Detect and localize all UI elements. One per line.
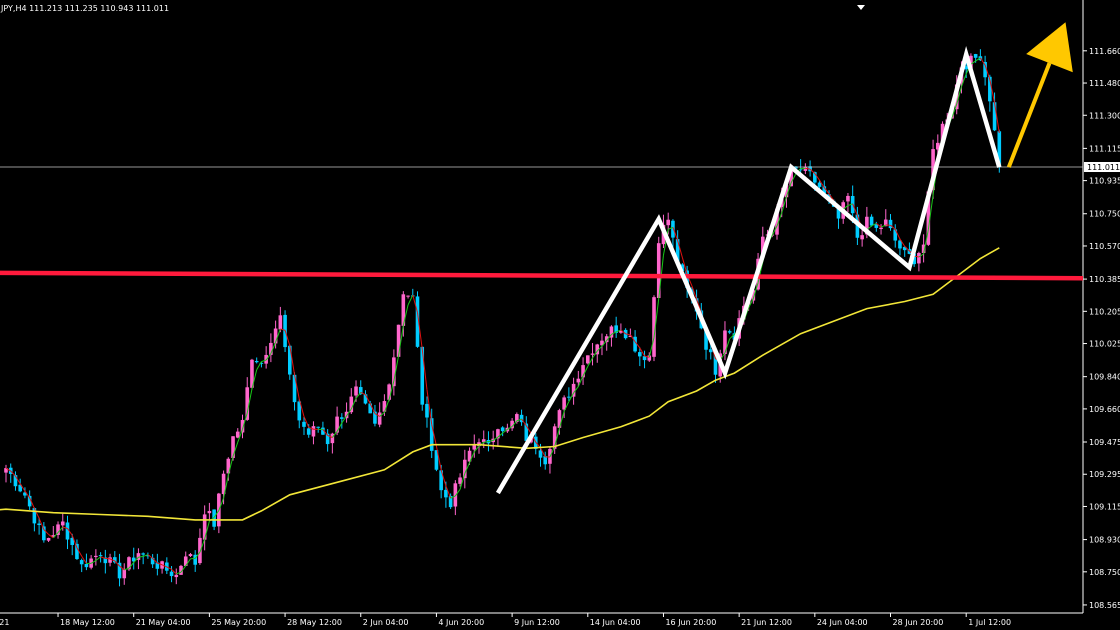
price-tick-label: 109.475 [1089, 438, 1120, 447]
candle-body [817, 182, 822, 187]
candle-body [278, 315, 283, 330]
candle-body [567, 396, 571, 398]
time-tick-label: 28 Jun 20:00 [893, 618, 944, 627]
price-tick-label: 111.115 [1089, 144, 1120, 153]
candle-body [306, 428, 311, 435]
candle-body [992, 102, 997, 131]
candle-body [311, 426, 316, 437]
candle-body [169, 571, 174, 577]
candle-body [463, 459, 467, 479]
price-tick-label: 110.205 [1089, 307, 1120, 316]
price-tick-label: 109.295 [1089, 470, 1120, 479]
candle-body [188, 554, 193, 557]
candle-body [207, 510, 212, 514]
candle-body [245, 387, 250, 420]
price-tick-label: 109.115 [1089, 502, 1120, 511]
price-tick-label: 109.840 [1089, 373, 1120, 382]
candle-body [79, 560, 84, 565]
time-tick-label: 16 Jun 20:00 [665, 618, 716, 627]
candle-body [576, 378, 581, 383]
candle-body [354, 386, 358, 396]
candle-body [585, 355, 590, 364]
candle-body [254, 361, 259, 363]
candle-body [46, 538, 51, 541]
fast-ma-segment [483, 441, 489, 443]
candle-body [368, 403, 373, 414]
candle-body [666, 219, 670, 226]
candle-body [917, 252, 921, 264]
candle-body [879, 227, 883, 230]
candle-body [472, 445, 477, 450]
price-tick-label: 111.300 [1089, 111, 1120, 120]
candle-body [377, 412, 382, 425]
candle-body [406, 295, 410, 297]
time-tick-label: 21 Jun 12:00 [741, 618, 792, 627]
candle [396, 324, 401, 358]
price-tick-label: 108.930 [1089, 536, 1120, 545]
price-tick-label: 109.660 [1089, 405, 1120, 414]
price-tick-label: 110.385 [1089, 275, 1120, 284]
candle-body [396, 324, 401, 357]
time-tick-label: 21 May 04:00 [136, 618, 191, 627]
time-tick-label: 25 May 20:00 [211, 618, 266, 627]
price-tick-label: 110.750 [1089, 210, 1120, 219]
chart-background [0, 0, 1120, 630]
candle-body [122, 568, 127, 579]
price-tick-label: 111.660 [1089, 47, 1120, 56]
price-tick-label: 110.025 [1089, 340, 1120, 349]
candle-body [60, 521, 65, 526]
time-tick-label: 14 Jun 04:00 [590, 618, 641, 627]
candle-body [174, 574, 179, 578]
price-tick-label: 110.570 [1089, 242, 1120, 251]
price-tick-label: 108.750 [1089, 568, 1120, 577]
candle-body [84, 563, 89, 568]
candle-body [444, 489, 448, 498]
candle-body [37, 523, 41, 525]
price-chart: 111.660 111.480 111.300 111.115 110.935 110.7… [0, 0, 1120, 630]
current-price-label: 111.011 [1087, 163, 1120, 172]
candle-body [973, 54, 978, 58]
candle-body [141, 553, 145, 555]
time-tick-label: 2 Jun 04:00 [363, 618, 409, 627]
candle-body [94, 555, 98, 558]
candle-body [671, 220, 675, 238]
candle-body [458, 477, 462, 484]
time-tick-label: 9 Jun 12:00 [514, 618, 560, 627]
candle-body [727, 331, 732, 333]
candle-body [108, 557, 112, 563]
time-tick-label: 2021 [0, 618, 9, 627]
candle-body [590, 353, 595, 355]
candle-body [340, 417, 344, 419]
candle [585, 355, 590, 365]
symbol-info: JPY,H4 111.213 111.235 110.943 111.011 [0, 4, 169, 13]
candle-body [869, 216, 874, 226]
candle-body [288, 345, 292, 375]
candle-body [302, 421, 306, 427]
chart-container: 111.660 111.480 111.300 111.115 110.935 110.7… [0, 0, 1120, 630]
candle-body [708, 349, 713, 353]
time-tick-label: 18 May 12:00 [60, 618, 115, 627]
candle-body [75, 543, 79, 560]
candle-body [198, 537, 202, 564]
candle-body [638, 352, 642, 357]
candle-body [500, 427, 505, 432]
candle-body [538, 450, 543, 458]
candle-body [316, 426, 320, 428]
time-tick-label: 24 Jun 04:00 [817, 618, 868, 627]
candle-body [425, 403, 429, 418]
price-tick-label: 111.480 [1089, 79, 1120, 88]
candle-body [846, 195, 850, 202]
price-tick-label: 108.565 [1089, 601, 1120, 610]
candle-body [235, 431, 240, 438]
time-tick-label: 28 May 12:00 [287, 618, 342, 627]
price-tick-label: 110.935 [1089, 177, 1120, 186]
time-tick-label: 4 Jun 20:00 [438, 618, 484, 627]
candle-body [98, 555, 103, 557]
time-tick-label: 1 Jul 12:00 [968, 618, 1011, 627]
candle-body [860, 235, 864, 240]
